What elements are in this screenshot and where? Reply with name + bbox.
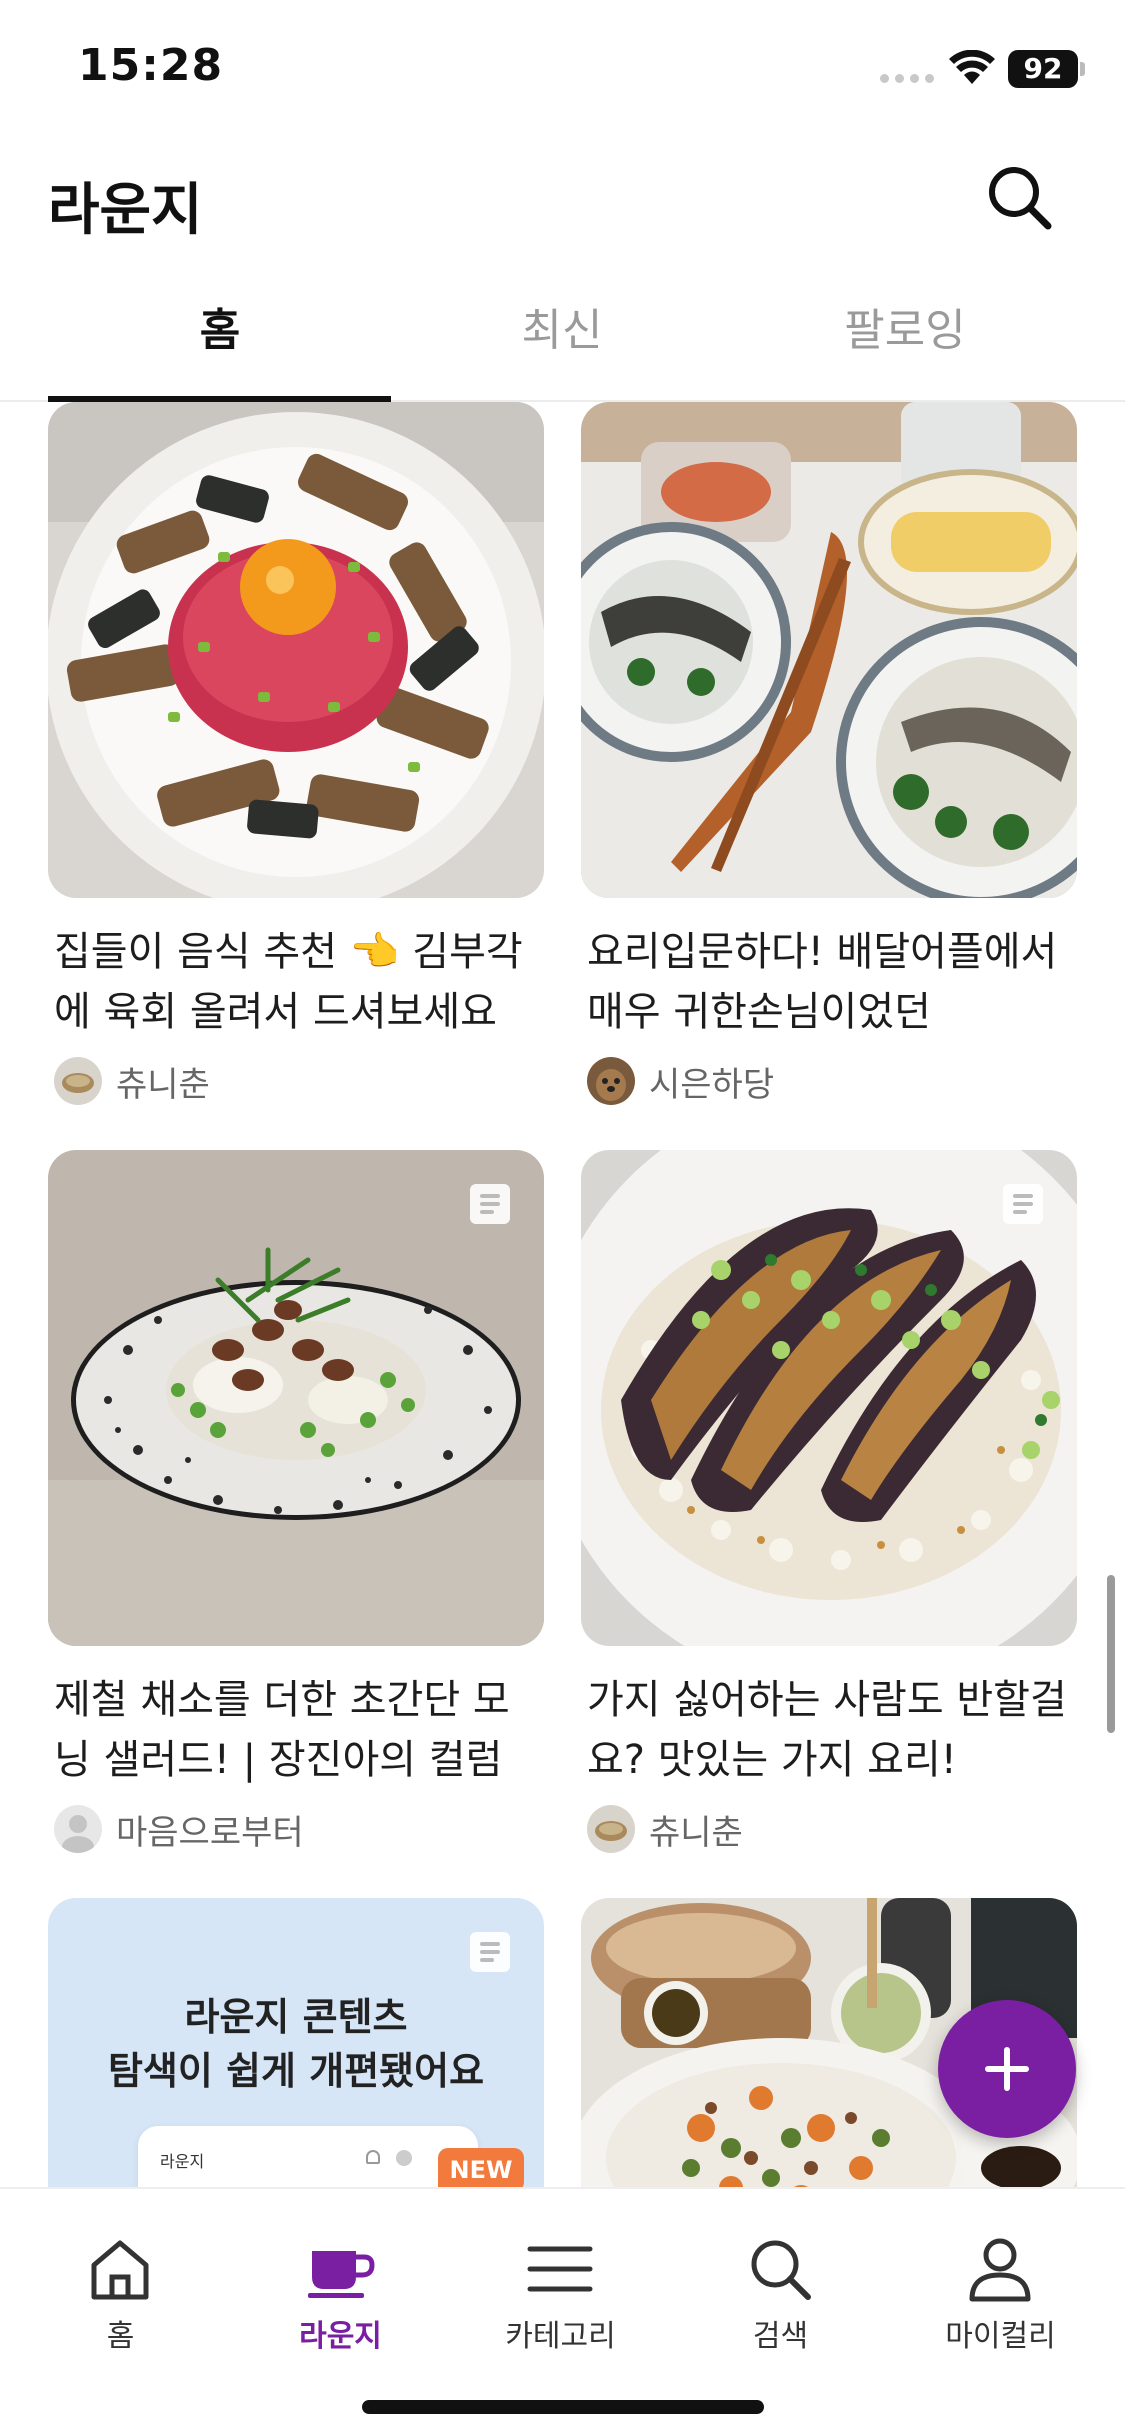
tab-following[interactable]: 팔로잉 — [733, 262, 1077, 402]
post-title[interactable]: 제철 채소를 더한 초간단 모닝 샐러드! | 장진아의 컬럼 — [48, 1670, 544, 1790]
coffee-cup-icon — [308, 2251, 375, 2298]
post-author[interactable]: 츄니춘 — [48, 1054, 544, 1108]
article-badge-icon — [470, 1184, 510, 1224]
app-header: 라운지 — [0, 140, 1125, 260]
author-name: 마음으로부터 — [116, 1812, 304, 1853]
person-icon — [969, 2238, 1031, 2302]
post-title[interactable]: 요리입문하다! 배달어플에서 매우 귀한손님이었던 — [581, 922, 1077, 1042]
wifi-icon — [949, 50, 995, 84]
post-thumbnail[interactable] — [48, 402, 544, 898]
cellular-signal-icon — [880, 74, 934, 83]
article-badge-icon — [1003, 1184, 1043, 1224]
post-thumbnail[interactable] — [48, 1150, 544, 1646]
promo-card[interactable]: 라운지 콘텐츠 탐색이 쉽게 개편됐어요 라운지 NEW — [48, 1898, 544, 2187]
bottom-nav: 홈 라운지 카테고리 검색 마이컬리 — [0, 2187, 1125, 2436]
post-author[interactable]: 츄니춘 — [581, 1802, 1077, 1856]
post-card[interactable]: 제철 채소를 더한 초간단 모닝 샐러드! | 장진아의 컬럼 마음으로부터 — [48, 1150, 544, 1856]
promo-headline-line2: 탐색이 쉽게 개편됐어요 — [107, 2049, 485, 2093]
status-time: 15:28 — [78, 40, 224, 91]
yukhoe-dish-image — [48, 402, 544, 898]
article-badge-icon — [470, 1932, 510, 1972]
menu-icon — [527, 2246, 593, 2292]
status-bar: 15:28 92 — [0, 0, 1125, 140]
nav-label-mykurly: 마이컬리 — [945, 2319, 1056, 2354]
author-name: 시은하당 — [649, 1064, 775, 1105]
post-card[interactable]: 가지 싫어하는 사람도 반할걸요? 맛있는 가지 요리! 츄니춘 — [581, 1150, 1077, 1856]
new-badge: NEW — [438, 2148, 524, 2187]
search-icon[interactable] — [982, 160, 1058, 236]
nav-label-lounge: 라운지 — [299, 2319, 382, 2354]
author-name: 츄니춘 — [116, 1064, 210, 1105]
nav-item-category[interactable]: 카테고리 — [448, 2189, 673, 2359]
nav-item-mykurly[interactable]: 마이컬리 — [888, 2189, 1113, 2359]
post-author[interactable]: 마음으로부터 — [48, 1802, 544, 1856]
home-icon — [91, 2240, 149, 2300]
post-title[interactable]: 가지 싫어하는 사람도 반할걸요? 맛있는 가지 요리! — [581, 1670, 1077, 1790]
post-author[interactable]: 시은하당 — [581, 1054, 1077, 1108]
promo-banner[interactable]: 라운지 콘텐츠 탐색이 쉽게 개편됐어요 라운지 NEW — [48, 1898, 544, 2187]
avatar — [587, 1057, 635, 1105]
battery-icon: 92 — [1008, 50, 1086, 88]
nav-item-lounge[interactable]: 라운지 — [228, 2189, 453, 2359]
home-meal-image — [581, 402, 1077, 898]
create-post-button[interactable] — [938, 2000, 1076, 2138]
nav-item-home[interactable]: 홈 — [8, 2189, 233, 2359]
app-preview-mockup: 라운지 — [138, 2126, 478, 2187]
mockup-title: 라운지 — [160, 2152, 205, 2171]
post-thumbnail[interactable] — [581, 1150, 1077, 1646]
post-title[interactable]: 집들이 음식 추천 👈 김부각에 육회 올려서 드셔보세요 — [48, 922, 544, 1042]
salad-dish-image — [48, 1150, 544, 1646]
eggplant-dish-image — [581, 1150, 1077, 1646]
bell-icon — [366, 2150, 380, 2164]
home-indicator — [362, 2400, 764, 2414]
post-card[interactable]: 요리입문하다! 배달어플에서 매우 귀한손님이었던 시은하당 — [581, 402, 1077, 1108]
tab-latest[interactable]: 최신 — [390, 262, 734, 402]
page-title: 라운지 — [48, 178, 203, 243]
battery-level: 92 — [1008, 50, 1078, 88]
promo-headline-line1: 라운지 콘텐츠 — [184, 1995, 408, 2039]
author-name: 츄니춘 — [649, 1812, 743, 1853]
post-card[interactable]: 집들이 음식 추천 👈 김부각에 육회 올려서 드셔보세요 츄니춘 — [48, 402, 544, 1108]
avatar — [54, 1805, 102, 1853]
tab-bar: 홈 최신 팔로잉 — [0, 262, 1125, 402]
tab-home[interactable]: 홈 — [48, 262, 392, 402]
nav-label-search: 검색 — [752, 2319, 809, 2354]
avatar — [54, 1057, 102, 1105]
nav-label-category: 카테고리 — [505, 2319, 616, 2354]
search-icon — [751, 2240, 811, 2300]
nav-label-home: 홈 — [106, 2319, 135, 2354]
avatar — [587, 1805, 635, 1853]
post-thumbnail[interactable] — [581, 402, 1077, 898]
lounge-feed[interactable]: 집들이 음식 추천 👈 김부각에 육회 올려서 드셔보세요 츄니춘 요리입문하다… — [0, 402, 1125, 2187]
nav-item-search[interactable]: 검색 — [668, 2189, 893, 2359]
scrollbar[interactable] — [1107, 1575, 1115, 1733]
mockup-avatar — [396, 2150, 412, 2166]
